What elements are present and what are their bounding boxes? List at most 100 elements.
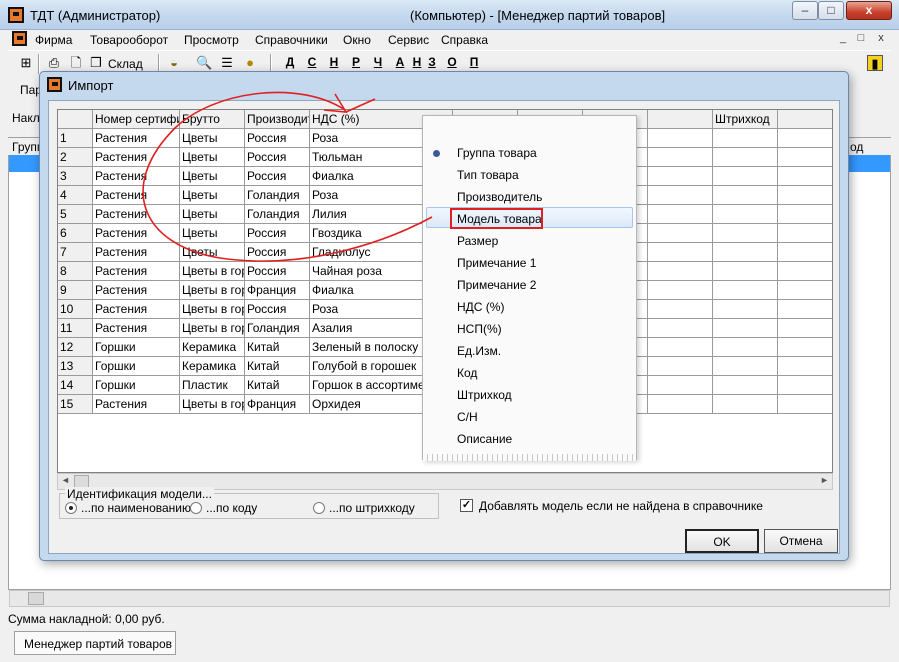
scroll-right-icon[interactable]: ► — [820, 475, 829, 485]
dropdown-item[interactable]: Описание — [457, 431, 512, 447]
dropdown-item[interactable]: Штрихкод — [457, 387, 512, 403]
column-header[interactable]: Номер сертифи — [93, 110, 180, 129]
mdi-app-icon[interactable] — [12, 31, 27, 46]
radio-by-code-label[interactable]: ...по коду — [206, 501, 257, 515]
dropdown-item[interactable]: Примечание 2 — [457, 277, 536, 293]
table-cell[interactable]: Горшки — [93, 338, 180, 357]
toolbar-letter-ch[interactable]: Ч — [371, 55, 385, 69]
row-number[interactable]: 14 — [58, 376, 93, 395]
table-cell[interactable]: Франция — [245, 395, 310, 414]
menu-spravochniki[interactable]: Справочники — [255, 33, 328, 47]
table-cell[interactable]: Пластик — [180, 376, 245, 395]
table-cell[interactable] — [713, 167, 778, 186]
tree-icon[interactable]: ⊞ — [18, 55, 34, 71]
table-cell[interactable]: Цветы в горшк — [180, 262, 245, 281]
table-cell[interactable] — [778, 167, 832, 186]
add-model-checkbox-label[interactable]: Добавлять модель если не найдена в справ… — [479, 499, 763, 513]
table-cell[interactable] — [648, 186, 713, 205]
dropdown-item[interactable]: Группа товара — [457, 145, 537, 161]
row-number[interactable]: 2 — [58, 148, 93, 167]
table-cell[interactable]: Россия — [245, 300, 310, 319]
dropdown-item[interactable]: Примечание 1 — [457, 255, 536, 271]
toolbar-letter-n2[interactable]: Н — [410, 55, 424, 69]
print-icon[interactable]: ⎙ — [46, 55, 62, 71]
table-cell[interactable] — [713, 376, 778, 395]
magnifier-icon[interactable]: 🔍 — [196, 55, 212, 71]
radio-by-name-label[interactable]: ...по наименованию — [81, 501, 191, 515]
row-number[interactable]: 1 — [58, 129, 93, 148]
table-cell[interactable] — [648, 281, 713, 300]
dropdown-item[interactable]: С/Н — [457, 409, 478, 425]
table-cell[interactable] — [713, 262, 778, 281]
table-cell[interactable]: Россия — [245, 243, 310, 262]
table-cell[interactable] — [778, 357, 832, 376]
table-cell[interactable] — [648, 262, 713, 281]
table-cell[interactable]: Цветы — [180, 129, 245, 148]
toolbar-letter-a[interactable]: А — [393, 55, 407, 69]
table-cell[interactable]: Голандия — [245, 205, 310, 224]
table-cell[interactable]: Цветы в горшк — [180, 300, 245, 319]
table-cell[interactable]: Цветы — [180, 148, 245, 167]
dropdown-item[interactable]: Производитель — [457, 189, 542, 205]
table-cell[interactable]: Цветы в горшк — [180, 319, 245, 338]
bg-horizontal-scrollbar[interactable] — [9, 590, 890, 607]
table-cell[interactable]: Растения — [93, 129, 180, 148]
table-cell[interactable] — [713, 338, 778, 357]
table-cell[interactable] — [648, 376, 713, 395]
table-cell[interactable]: Голандия — [245, 319, 310, 338]
table-cell[interactable]: Керамика — [180, 357, 245, 376]
toolbar-letter-p[interactable]: П — [467, 55, 481, 69]
table-cell[interactable] — [713, 205, 778, 224]
table-cell[interactable]: Цветы в горшк — [180, 281, 245, 300]
table-cell[interactable] — [648, 357, 713, 376]
restore-button[interactable]: □ — [818, 1, 844, 20]
bg-scroll-thumb[interactable] — [28, 592, 44, 605]
table-cell[interactable] — [648, 148, 713, 167]
ok-button[interactable]: OK — [685, 529, 759, 553]
row-number[interactable]: 12 — [58, 338, 93, 357]
table-cell[interactable]: Китай — [245, 338, 310, 357]
table-cell[interactable] — [778, 376, 832, 395]
table-cell[interactable]: Керамика — [180, 338, 245, 357]
close-button[interactable]: x — [846, 1, 892, 20]
row-number[interactable]: 6 — [58, 224, 93, 243]
table-cell[interactable] — [713, 243, 778, 262]
menu-okno[interactable]: Окно — [343, 33, 371, 47]
table-cell[interactable] — [648, 395, 713, 414]
column-header[interactable] — [648, 110, 713, 129]
table-cell[interactable] — [713, 186, 778, 205]
table-cell[interactable]: Голандия — [245, 186, 310, 205]
table-cell[interactable]: Россия — [245, 167, 310, 186]
table-cell[interactable] — [648, 300, 713, 319]
table-cell[interactable] — [778, 262, 832, 281]
row-number[interactable]: 10 — [58, 300, 93, 319]
table-cell[interactable] — [778, 129, 832, 148]
row-number[interactable]: 8 — [58, 262, 93, 281]
table-cell[interactable] — [778, 300, 832, 319]
row-number[interactable]: 9 — [58, 281, 93, 300]
table-cell[interactable]: Россия — [245, 148, 310, 167]
table-cell[interactable] — [713, 129, 778, 148]
table-cell[interactable] — [713, 395, 778, 414]
table-cell[interactable] — [648, 129, 713, 148]
table-cell[interactable] — [648, 338, 713, 357]
menu-firma[interactable]: Фирма — [35, 33, 72, 47]
toolbar-letter-d[interactable]: Д — [283, 55, 297, 69]
menu-prosmotr[interactable]: Просмотр — [184, 33, 239, 47]
toolbar-letter-r[interactable]: Р — [349, 55, 363, 69]
dropdown-item[interactable]: Ед.Изм. — [457, 343, 501, 359]
row-number[interactable]: 15 — [58, 395, 93, 414]
table-cell[interactable] — [778, 186, 832, 205]
exit-icon[interactable]: ▮ — [867, 55, 883, 71]
row-number[interactable]: 13 — [58, 357, 93, 376]
table-cell[interactable]: Цветы — [180, 224, 245, 243]
radio-by-name[interactable] — [65, 502, 77, 514]
table-cell[interactable] — [778, 319, 832, 338]
scroll-left-icon[interactable]: ◄ — [61, 475, 70, 485]
row-number[interactable]: 7 — [58, 243, 93, 262]
table-cell[interactable] — [778, 224, 832, 243]
table-cell[interactable] — [778, 338, 832, 357]
table-cell[interactable]: Китай — [245, 376, 310, 395]
table-cell[interactable]: Растения — [93, 148, 180, 167]
minimize-button[interactable]: – — [792, 1, 818, 20]
